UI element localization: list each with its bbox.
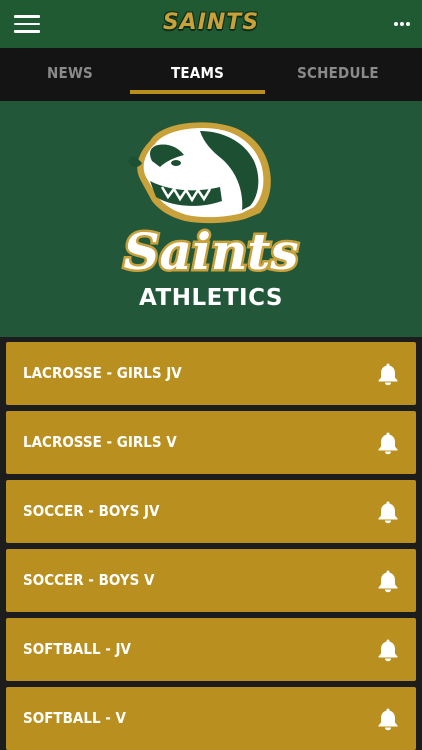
hero-subtitle: ATHLETICS	[139, 285, 283, 311]
top-app-bar: SAINTS	[0, 0, 422, 48]
bell-icon[interactable]	[377, 362, 399, 386]
team-list: LACROSSE - GIRLS JV LACROSSE - GIRLS V S…	[0, 337, 422, 750]
team-name: LACROSSE - GIRLS V	[23, 433, 177, 451]
active-tab-indicator	[130, 90, 265, 94]
bell-icon[interactable]	[377, 431, 399, 455]
list-item[interactable]: SOCCER - BOYS JV	[6, 480, 416, 543]
list-item[interactable]: SOCCER - BOYS V	[6, 549, 416, 612]
team-name: SOCCER - BOYS V	[23, 571, 155, 589]
tab-schedule[interactable]: SCHEDULE	[266, 48, 410, 101]
bell-icon[interactable]	[377, 638, 399, 662]
list-item[interactable]: SOFTBALL - V	[6, 687, 416, 750]
team-name: SOCCER - BOYS JV	[23, 502, 160, 520]
bell-icon[interactable]	[377, 569, 399, 593]
bell-icon[interactable]	[377, 707, 399, 731]
tab-bar: NEWS TEAMS SCHEDULE	[0, 48, 422, 101]
logo-wordmark: Saints	[123, 222, 298, 281]
app-brand-title: SAINTS	[162, 10, 260, 35]
team-name: SOFTBALL - V	[23, 709, 126, 727]
team-name: LACROSSE - GIRLS JV	[23, 364, 182, 382]
bell-icon[interactable]	[377, 500, 399, 524]
tab-news[interactable]: NEWS	[0, 48, 140, 101]
more-dots-icon[interactable]	[392, 14, 412, 34]
list-item[interactable]: LACROSSE - GIRLS V	[6, 411, 416, 474]
list-item[interactable]: SOFTBALL - JV	[6, 618, 416, 681]
hero-banner: Saints ATHLETICS	[0, 101, 422, 337]
list-item[interactable]: LACROSSE - GIRLS JV	[6, 342, 416, 405]
team-name: SOFTBALL - JV	[23, 640, 131, 658]
